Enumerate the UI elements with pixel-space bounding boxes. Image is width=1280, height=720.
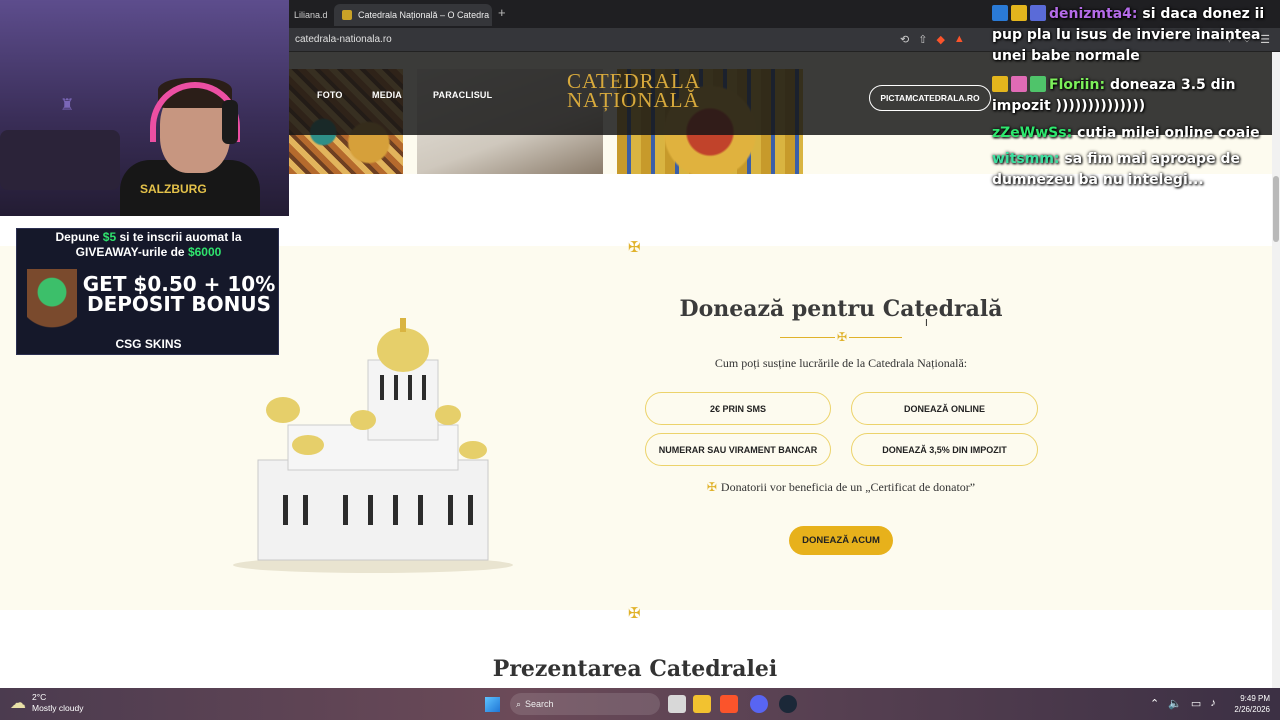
chat-message: zZeWwSs: cutia milei online coaie (992, 125, 1260, 141)
mascot-image (27, 269, 77, 335)
nav-paraclisul[interactable]: PARACLISUL (433, 90, 492, 100)
pictam-catedrala-button[interactable]: PICTAMCATEDRALA.RO (869, 85, 991, 111)
volume-icon[interactable]: ♪ (1210, 697, 1216, 710)
discord-icon[interactable] (750, 695, 768, 713)
donate-now-button[interactable]: DONEAZĂ ACUM (789, 526, 893, 555)
tab-title: Catedrala Națională – O Catedra (358, 10, 490, 20)
translate-icon[interactable]: ⟲ (900, 33, 909, 46)
url-text[interactable]: catedrala-nationala.ro (295, 34, 392, 45)
cloud-icon: ☁ (10, 695, 26, 712)
scrollbar-thumb[interactable] (1273, 176, 1279, 242)
favicon-icon (342, 10, 352, 20)
cross-ornament-icon: ✠ (628, 605, 641, 622)
online-donation-button[interactable]: DONEAZĂ ONLINE (851, 392, 1038, 425)
webcam-overlay: ♜ SALZBURG (0, 0, 289, 216)
banner-promo: GET $0.50 + 10% DEPOSIT BONUS (82, 272, 276, 316)
windows-start-icon[interactable] (485, 697, 500, 712)
tab-title: Liliana.d (294, 10, 328, 20)
nav-foto[interactable]: FOTO (317, 90, 343, 100)
taskbar-clock[interactable]: 9:49 PM 2/26/2026 (1228, 693, 1270, 715)
chat-message: denizmta4: si daca donez ii pup pla lu i… (992, 5, 1265, 64)
tax-donation-button[interactable]: DONEAZĂ 3,5% DIN IMPOZIT (851, 433, 1038, 466)
close-tab-icon[interactable]: ✕ (489, 10, 492, 21)
brave-rewards-icon[interactable]: ▲ (954, 33, 965, 46)
cross-ornament-icon: ✠ (628, 239, 641, 256)
tab-liliana[interactable]: Liliana.d (286, 4, 330, 26)
file-explorer-icon[interactable] (693, 695, 711, 713)
banner-brand: CSG SKINS (115, 337, 182, 351)
network-icon[interactable]: ▭ (1191, 697, 1201, 710)
donation-subtitle: Cum poți susține lucrările de la Catedra… (714, 356, 968, 370)
task-view-icon[interactable] (668, 695, 686, 713)
steam-icon[interactable] (779, 695, 797, 713)
scrollbar-track[interactable] (1272, 52, 1280, 688)
donation-title: Donează pentru Catedrală (679, 296, 1003, 322)
presentation-title: Prezentarea Catedralei (492, 656, 778, 682)
text-cursor-icon: I (925, 318, 928, 329)
chevron-up-icon[interactable]: ⌃ (1150, 697, 1159, 710)
taskbar-search[interactable]: ⌕ Search (510, 693, 660, 715)
shirt-print: SALZBURG (140, 182, 207, 196)
gift-badge-icon (1030, 76, 1046, 92)
decor-icon: ♜ (60, 97, 75, 114)
search-icon: ⌕ (516, 698, 522, 709)
crown-badge-icon (992, 76, 1008, 92)
sponsor-banner: Depune $5 si te inscrii auomat la GIVEAW… (16, 228, 279, 355)
new-tab-icon[interactable]: + (498, 5, 506, 20)
microphone-icon (222, 100, 238, 144)
emote-badge-icon (1030, 5, 1046, 21)
crown-badge-icon (1011, 5, 1027, 21)
badge-icon (992, 5, 1008, 21)
certificate-icon: ✠ (706, 480, 717, 494)
chat-message: Floriin: doneaza 3.5 din impozit )))))))… (992, 76, 1236, 114)
system-tray: ⌃ 🔈 ▭ ♪ (1150, 697, 1216, 710)
brave-shields-icon[interactable]: ◆ (936, 33, 944, 46)
site-logo[interactable]: CATEDRALA NAȚIONALĂ (567, 71, 701, 111)
bank-transfer-button[interactable]: NUMERAR SAU VIRAMENT BANCAR (645, 433, 831, 466)
share-icon[interactable]: ⇧ (918, 33, 927, 46)
chat-message: witsmm: sa fim mai aproape de dumnezeu b… (992, 151, 1240, 188)
tab-catedrala[interactable]: Catedrala Națională – O Catedra ✕ (334, 4, 492, 26)
sofa (0, 130, 120, 190)
weather-widget[interactable]: ☁ 2°C Mostly cloudy (10, 692, 84, 714)
sms-donation-button[interactable]: 2€ PRIN SMS (645, 392, 831, 425)
emote-badge-icon (1011, 76, 1027, 92)
windows-taskbar: ☁ 2°C Mostly cloudy ⌕ Search ⌃ 🔈 ▭ ♪ 9:4… (0, 688, 1280, 720)
divider-cross-icon: ✠ (835, 330, 850, 344)
nav-media[interactable]: MEDIA (372, 90, 402, 100)
banner-headline: Depune $5 si te inscrii auomat la GIVEAW… (55, 230, 242, 259)
certificate-note: ✠ Donatorii vor beneficia de un „Certific… (706, 480, 976, 494)
brave-browser-icon[interactable] (720, 695, 738, 713)
speaker-icon[interactable]: 🔈 (1168, 697, 1182, 710)
